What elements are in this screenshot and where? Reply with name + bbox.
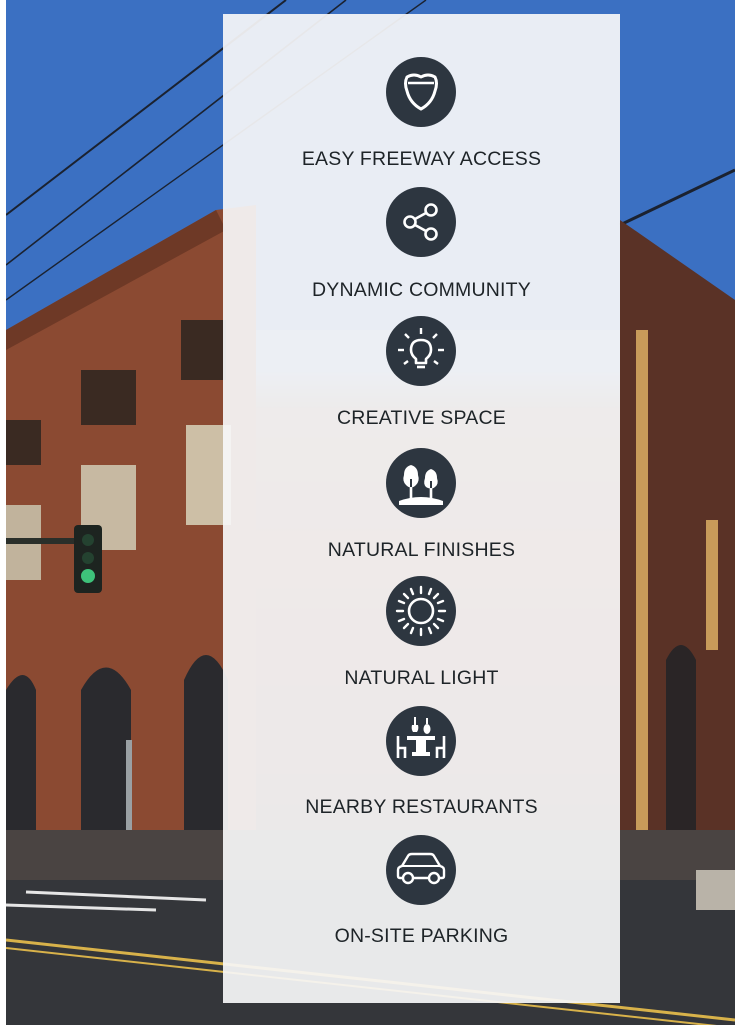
- feature-label: EASY FREEWAY ACCESS: [301, 148, 542, 170]
- features-panel: EASY FREEWAY ACCESS DYNAMIC COMMUNITY CR…: [223, 14, 620, 1003]
- sun-icon: [386, 576, 456, 646]
- lightbulb-icon: [386, 316, 456, 386]
- highway-shield-icon: [386, 57, 456, 127]
- feature-label: NEARBY RESTAURANTS: [305, 796, 538, 818]
- share-network-icon: [386, 187, 456, 257]
- feature-label: CREATIVE SPACE: [337, 407, 506, 429]
- feature-label: NATURAL LIGHT: [344, 667, 499, 689]
- car-icon: [386, 835, 456, 905]
- dining-table-icon: [386, 706, 456, 776]
- feature-label: NATURAL FINISHES: [327, 539, 516, 561]
- trees-icon: [386, 448, 456, 518]
- feature-label: DYNAMIC COMMUNITY: [312, 279, 531, 301]
- feature-label: ON-SITE PARKING: [334, 925, 509, 947]
